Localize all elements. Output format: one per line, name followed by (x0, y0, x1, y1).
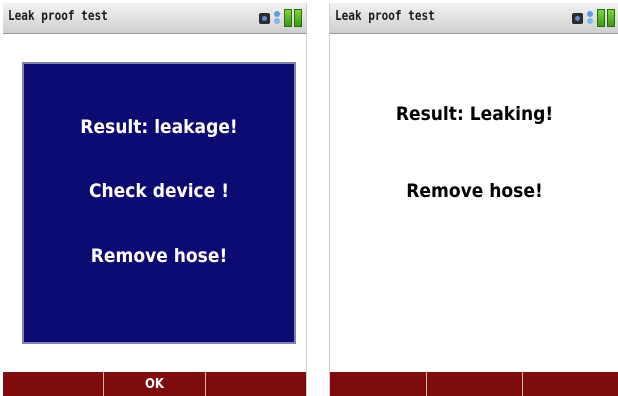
softkey-bar: OK (3, 372, 306, 396)
screen-title: Leak proof test (8, 9, 108, 24)
softkey-middle[interactable] (427, 372, 524, 396)
right-device-screen: Leak proof test Result: Leaking! Remove … (329, 3, 618, 396)
softkey-right[interactable] (206, 372, 306, 396)
sensor-icon (572, 12, 583, 24)
remove-hose-message: Remove hose! (406, 180, 543, 202)
title-bar: Leak proof test (330, 3, 618, 34)
softkey-left[interactable] (330, 372, 427, 396)
status-icons (259, 8, 302, 28)
softkey-right[interactable] (523, 372, 618, 396)
sensor-icon (259, 12, 270, 24)
battery-icon (294, 9, 302, 27)
ok-button[interactable]: OK (104, 372, 206, 396)
screen-title: Leak proof test (335, 9, 435, 24)
left-device-screen: Leak proof test Result: leakage! Check d… (3, 3, 307, 396)
battery-icon (284, 9, 292, 27)
status-icons (572, 8, 615, 28)
result-message: Result: Leaking! (395, 103, 554, 125)
remove-hose-message: Remove hose! (90, 245, 228, 267)
softkey-left[interactable] (3, 372, 105, 396)
battery-icon (597, 9, 605, 27)
wireless-icon (585, 11, 595, 25)
wireless-icon (272, 11, 282, 25)
softkey-bar (330, 372, 618, 396)
check-device-message: Check device ! (88, 180, 230, 202)
result-panel: Result: leakage! Check device ! Remove h… (22, 62, 296, 344)
title-bar: Leak proof test (3, 3, 306, 34)
battery-icon (607, 9, 615, 27)
result-message: Result: leakage! (80, 116, 238, 138)
